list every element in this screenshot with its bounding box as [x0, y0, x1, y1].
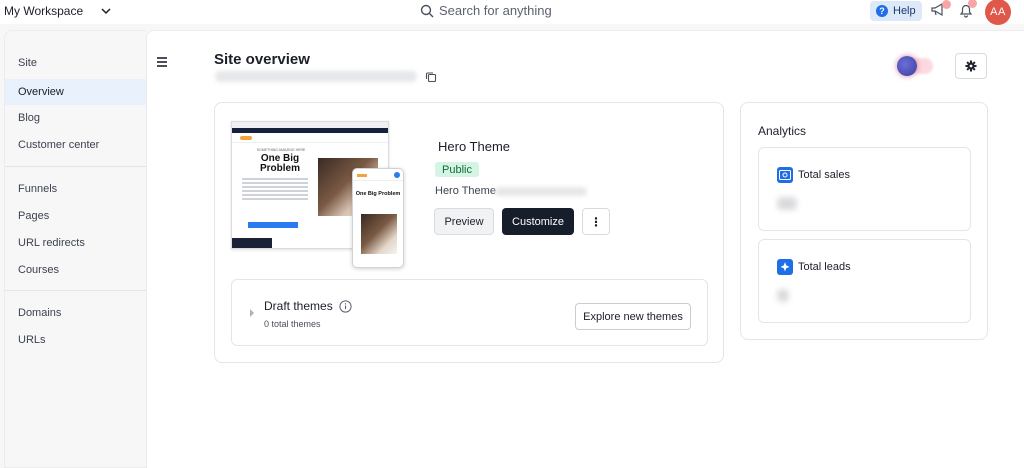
sidebar-item-url-redirects[interactable]: URL redirects	[5, 230, 146, 256]
toggle-knob	[897, 56, 917, 76]
status-badge: Public	[435, 162, 479, 177]
copy-icon[interactable]	[425, 71, 437, 83]
avatar[interactable]: AA	[985, 0, 1011, 25]
metric-value-redacted	[777, 197, 797, 210]
draft-themes-section: Draft themes 0 total themes Explore new …	[231, 279, 708, 346]
draft-themes-title: Draft themes	[264, 299, 333, 313]
theme-card: SOMETHING AMAZING HERE One Big Problem O…	[214, 102, 724, 363]
draft-themes-header[interactable]: Draft themes	[264, 299, 352, 313]
question-icon: ?	[876, 5, 888, 17]
sidebar-item-pages[interactable]: Pages	[5, 203, 146, 229]
sidebar-item-site[interactable]: Site	[5, 50, 146, 76]
notification-dot	[942, 0, 951, 9]
metric-label: Total leads	[798, 261, 851, 273]
sidebar-item-urls[interactable]: URLs	[5, 327, 146, 353]
preview-button[interactable]: Preview	[434, 208, 494, 235]
analytics-title: Analytics	[758, 124, 807, 138]
gear-icon	[965, 60, 977, 72]
announcements-button[interactable]	[930, 0, 951, 23]
more-options-button[interactable]: ⋮	[582, 208, 610, 235]
customize-button[interactable]: Customize	[502, 208, 574, 235]
sidebar-item-courses[interactable]: Courses	[5, 257, 146, 283]
divider	[5, 290, 146, 291]
theme-subtitle: Hero Theme	[435, 185, 496, 197]
notification-dot	[968, 0, 977, 8]
site-url-redacted	[215, 71, 417, 82]
help-label: Help	[893, 5, 916, 17]
expand-arrow-icon[interactable]	[250, 309, 254, 317]
metric-total-sales[interactable]: Total sales	[758, 147, 971, 231]
sidebar-item-overview[interactable]: Overview	[5, 79, 146, 105]
sparkle-icon	[777, 259, 793, 275]
info-icon[interactable]	[339, 299, 352, 313]
search-placeholder: Search for anything	[439, 3, 552, 18]
divider	[5, 166, 146, 167]
search-icon	[420, 4, 434, 17]
sidebar-item-funnels[interactable]: Funnels	[5, 176, 146, 202]
menu-toggle-icon[interactable]	[157, 57, 167, 69]
main-panel: Site overview SOMETHING AMAZING HERE One…	[146, 30, 1024, 468]
analytics-card: Analytics Total sales Total leads	[740, 102, 988, 340]
sidebar: Site Overview Blog Customer center Funne…	[4, 30, 146, 468]
metric-value-redacted	[777, 289, 789, 302]
theme-name: Hero Theme	[438, 139, 511, 154]
page-title: Site overview	[214, 51, 310, 68]
theme-preview-image[interactable]: SOMETHING AMAZING HERE One Big Problem O…	[231, 121, 404, 268]
workspace-switcher[interactable]: My Workspace	[4, 4, 113, 18]
sidebar-item-blog[interactable]: Blog	[5, 105, 146, 131]
mobile-preview-headline: One Big Problem	[355, 191, 401, 197]
sidebar-item-domains[interactable]: Domains	[5, 300, 146, 326]
theme-meta-redacted	[495, 187, 587, 196]
chevron-down-icon	[101, 8, 111, 15]
draft-themes-count: 0 total themes	[264, 319, 321, 329]
site-status-toggle[interactable]	[897, 55, 935, 77]
dollar-icon	[777, 167, 793, 183]
preview-kicker: SOMETHING AMAZING HERE	[256, 148, 306, 152]
mobile-preview: One Big Problem	[352, 168, 404, 268]
notifications-button[interactable]	[958, 0, 977, 23]
metric-total-leads[interactable]: Total leads	[758, 239, 971, 323]
explore-themes-button[interactable]: Explore new themes	[575, 303, 691, 330]
top-bar: My Workspace Search for anything ? Help …	[0, 0, 1024, 25]
preview-headline: One Big Problem	[259, 153, 300, 174]
settings-button[interactable]	[955, 53, 987, 79]
search-bar[interactable]: Search for anything	[420, 3, 552, 18]
help-button[interactable]: ? Help	[870, 1, 922, 21]
workspace-label: My Workspace	[4, 4, 84, 18]
metric-label: Total sales	[798, 169, 850, 181]
sidebar-item-customer-center[interactable]: Customer center	[5, 132, 146, 158]
